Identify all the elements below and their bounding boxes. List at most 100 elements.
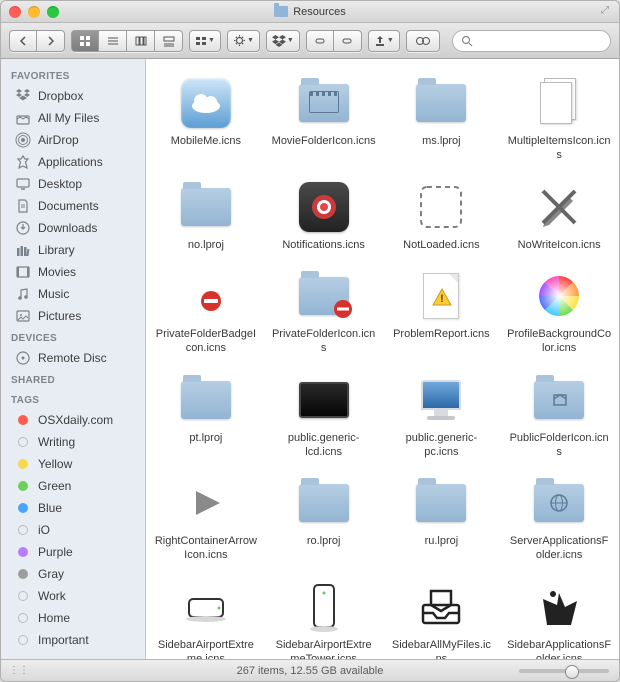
icon-view-button[interactable] <box>71 30 99 52</box>
file-item[interactable]: ms.lproj <box>386 71 498 167</box>
folder-server-icon <box>531 475 587 531</box>
file-item[interactable]: NotLoaded.icns <box>386 175 498 257</box>
dropbox-menu[interactable]: ▼ <box>266 30 300 52</box>
file-item[interactable]: pt.lproj <box>150 368 262 464</box>
tag-button-2[interactable] <box>334 30 362 52</box>
file-label: ms.lproj <box>422 135 461 149</box>
action-menu[interactable]: ▼ <box>227 30 260 52</box>
file-item[interactable]: SidebarAirportExtremeTower.icns <box>268 575 380 659</box>
allfiles-icon <box>15 110 31 126</box>
file-item[interactable]: SidebarApplicationsFolder.icns <box>503 575 615 659</box>
minimize-button[interactable] <box>28 6 40 18</box>
file-item[interactable]: RightContainerArrowIcon.icns <box>150 471 262 567</box>
sidebar-item[interactable]: Downloads <box>1 217 145 239</box>
file-item[interactable]: !ProblemReport.icns <box>386 264 498 360</box>
file-item[interactable]: public.generic-pc.icns <box>386 368 498 464</box>
sidebar-item[interactable]: Dropbox <box>1 85 145 107</box>
file-item[interactable]: SidebarAirportExtreme.icns <box>150 575 262 659</box>
music-icon <box>15 286 31 302</box>
file-item[interactable]: MultipleItemsIcon.icns <box>503 71 615 167</box>
edit-tags-button[interactable] <box>406 30 440 52</box>
sidebar-item[interactable]: All My Files <box>1 107 145 129</box>
resize-handle-icon[interactable]: ⋮⋮ <box>9 665 29 676</box>
sidebar-item-label: Documents <box>38 199 99 213</box>
sidebar-item[interactable]: Purple <box>1 541 145 563</box>
status-text: 267 items, 12.55 GB available <box>237 665 384 677</box>
arrange-menu[interactable]: ▼ <box>189 30 221 52</box>
fullscreen-icon[interactable]: ⤢ <box>601 5 613 17</box>
titlebar[interactable]: Resources ⤢ <box>1 1 619 23</box>
sidebar-item[interactable]: Green <box>1 475 145 497</box>
file-item[interactable]: SidebarAllMyFiles.icns <box>386 575 498 659</box>
sidebar-item[interactable]: Applications <box>1 151 145 173</box>
moviefolder-icon <box>296 75 352 131</box>
sidebar-item[interactable]: iO <box>1 519 145 541</box>
sidebar-item[interactable]: Music <box>1 283 145 305</box>
file-item[interactable]: PrivateFolderIcon.icns <box>268 264 380 360</box>
file-label: MultipleItemsIcon.icns <box>507 135 611 163</box>
sidebar-item[interactable]: Home <box>1 607 145 629</box>
file-item[interactable]: ru.lproj <box>386 471 498 567</box>
sidebar-item[interactable]: Work <box>1 585 145 607</box>
file-item[interactable]: PrivateFolderBadgeIcon.icns <box>150 264 262 360</box>
file-item[interactable]: PublicFolderIcon.icns <box>503 368 615 464</box>
tower-icon <box>296 579 352 635</box>
sidebar[interactable]: FAVORITESDropboxAll My FilesAirDropAppli… <box>1 59 146 659</box>
folder-public-icon <box>531 372 587 428</box>
file-label: ro.lproj <box>307 535 341 549</box>
search-icon <box>461 35 473 47</box>
sidebar-section-header: TAGS <box>1 389 145 409</box>
sidebar-item-label: Downloads <box>38 221 97 235</box>
folder-icon <box>296 475 352 531</box>
toolbar: ▼ ▼ ▼ ▼ <box>1 23 619 59</box>
sidebar-item[interactable]: Remote Disc <box>1 347 145 369</box>
sidebar-item[interactable]: Desktop <box>1 173 145 195</box>
file-label: SidebarApplicationsFolder.icns <box>507 639 611 659</box>
forward-button[interactable] <box>37 30 65 52</box>
sidebar-item[interactable]: Documents <box>1 195 145 217</box>
file-item[interactable]: no.lproj <box>150 175 262 257</box>
sidebar-item[interactable]: Blue <box>1 497 145 519</box>
multidoc-icon <box>531 75 587 131</box>
zoom-button[interactable] <box>47 6 59 18</box>
sidebar-item[interactable]: Writing <box>1 431 145 453</box>
close-button[interactable] <box>9 6 21 18</box>
column-view-button[interactable] <box>127 30 155 52</box>
file-item[interactable]: ServerApplicationsFolder.icns <box>503 471 615 567</box>
file-item[interactable]: NoWriteIcon.icns <box>503 175 615 257</box>
file-label: NotLoaded.icns <box>403 239 479 253</box>
back-button[interactable] <box>9 30 37 52</box>
sidebar-item[interactable]: Yellow <box>1 453 145 475</box>
content-area[interactable]: MobileMe.icns MovieFolderIcon.icns ms.lpro… <box>146 59 619 659</box>
coverflow-view-button[interactable] <box>155 30 183 52</box>
file-item[interactable]: public.generic-lcd.icns <box>268 368 380 464</box>
sidebar-item[interactable]: AirDrop <box>1 129 145 151</box>
file-item[interactable]: Notifications.icns <box>268 175 380 257</box>
search-field[interactable] <box>452 30 611 52</box>
tag-button[interactable] <box>306 30 334 52</box>
sidebar-item[interactable]: Library <box>1 239 145 261</box>
sidebar-item[interactable]: Important <box>1 629 145 651</box>
share-menu[interactable]: ▼ <box>368 30 400 52</box>
file-item[interactable]: MovieFolderIcon.icns <box>268 71 380 167</box>
badge-deny-icon <box>178 268 234 324</box>
icon-size-slider[interactable] <box>519 669 609 673</box>
window-body: FAVORITESDropboxAll My FilesAirDropAppli… <box>1 59 619 659</box>
sidebar-item-label: All My Files <box>38 111 99 125</box>
sidebar-item[interactable]: Movies <box>1 261 145 283</box>
file-item[interactable]: ro.lproj <box>268 471 380 567</box>
file-label: ru.lproj <box>425 535 459 549</box>
sidebar-item-label: Green <box>38 479 71 493</box>
sidebar-item-label: Dropbox <box>38 89 83 103</box>
icon-grid: MobileMe.icns MovieFolderIcon.icns ms.lpro… <box>150 71 615 659</box>
search-input[interactable] <box>477 35 602 47</box>
file-label: MovieFolderIcon.icns <box>272 135 376 149</box>
sidebar-item[interactable]: Pictures <box>1 305 145 327</box>
sidebar-item[interactable]: Gray <box>1 563 145 585</box>
file-item[interactable]: ProfileBackgroundColor.icns <box>503 264 615 360</box>
tag-icon <box>15 500 31 516</box>
file-label: Notifications.icns <box>282 239 365 253</box>
list-view-button[interactable] <box>99 30 127 52</box>
file-item[interactable]: MobileMe.icns <box>150 71 262 167</box>
sidebar-item[interactable]: OSXdaily.com <box>1 409 145 431</box>
